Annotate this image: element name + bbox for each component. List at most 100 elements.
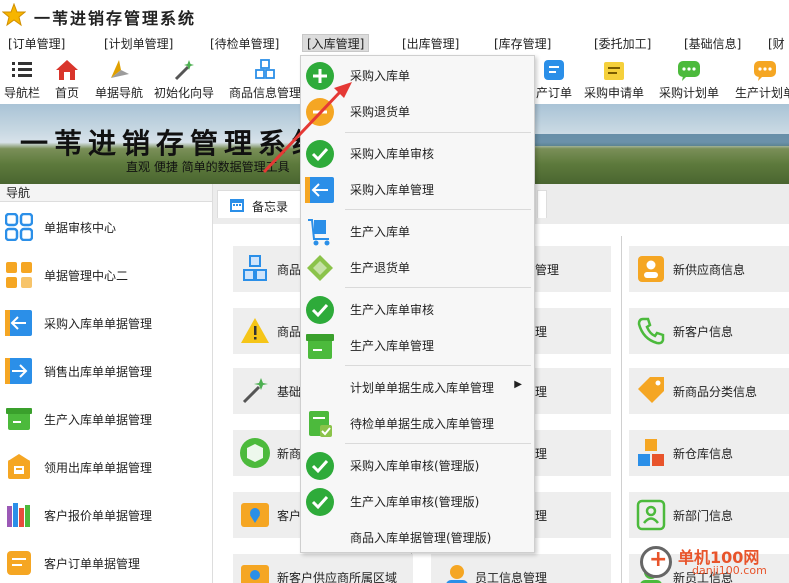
card-label: 基础 [277,385,302,399]
menu-basic-info[interactable]: [基础信息] [680,35,745,53]
check-circle-icon [306,296,334,324]
menu-item-label: 待检单单据生成入库单管理 [350,417,495,431]
menu-item-production-review-admin[interactable]: 生产入库单审核(管理版) [301,483,534,519]
card-label: 理 [535,509,548,523]
toolbar-home-label: 首页 [54,86,79,100]
menu-order[interactable]: [订单管理] [4,35,69,53]
toolbar-home-button[interactable]: 首页 [50,58,84,104]
diamond-icon [307,255,333,281]
box-icon [6,408,32,430]
menu-item-inspection-to-inbound[interactable]: 待检单单据生成入库单管理 [301,405,534,441]
watermark-line2: danji100.com [692,564,767,577]
card-new-category[interactable]: 新商品分类信息 [629,368,789,414]
tab-second[interactable] [537,190,547,218]
order-icon [544,60,564,80]
card-label: 新供应商信息 [673,263,746,277]
app-window: 一苇进销存管理系统 [订单管理] [计划单管理] [待检单管理] [入库管理] … [0,0,789,583]
nav-item-label: 生产入库单单据管理 [44,413,153,427]
toolbar-purchase-plan-label: 采购计划单 [658,86,719,100]
menu-item-production-inbound-manage[interactable]: 生产入库单管理 [301,327,534,363]
nav-item-customer-order[interactable]: 客户订单单据管理 [0,543,212,583]
cubes-icon [638,439,664,466]
menu-item-plan-to-inbound[interactable]: 计划单单据生成入库单管理 ▶ [301,369,534,405]
nav-item-label: 领用出库单单据管理 [44,461,153,475]
card-label: 客户 [277,509,302,523]
toolbar-production-order-button[interactable]: 产订单 [532,58,576,104]
card-new-customer[interactable]: 新客户信息 [629,308,789,354]
person-icon [446,565,468,583]
divider [621,236,622,583]
card-new-supplier[interactable]: 新供应商信息 [629,246,789,292]
menu-item-product-inbound-admin[interactable]: 商品入库单据管理(管理版) [301,519,534,555]
nav-item-purchase-inbound[interactable]: 采购入库单单据管理 [0,303,212,343]
menu-separator [345,443,531,444]
toolbar-nav-button[interactable]: 导航栏 [2,58,42,104]
card-label: 新商 [277,447,302,461]
toolbar-doc-nav-button[interactable]: 单据导航 [92,58,146,104]
nav-item-label: 单据管理中心二 [44,269,129,283]
toolbar-production-plan-label: 生产计划单 [734,86,789,100]
watermark: 单机100网 danji100.com [640,540,789,583]
card-new-department[interactable]: 新部门信息 [629,492,789,538]
nav-item-production-inbound[interactable]: 生产入库单单据管理 [0,399,212,439]
nav-panel: 导航 单据审核中心 单据管理中心二 采购入库单单据管理 销售出库单单据管理 生产… [0,184,213,583]
menu-item-label: 采购入库单审核(管理版) [350,459,480,473]
nav-item-label: 采购入库单单据管理 [44,317,153,331]
menu-item-label: 生产入库单 [350,225,411,239]
app-title: 一苇进销存管理系统 [34,9,197,28]
menu-inspection[interactable]: [待检单管理] [206,35,283,53]
banner-sea [535,134,789,146]
menu-inventory[interactable]: [库存管理] [490,35,555,53]
card-label: 理 [535,325,548,339]
toolbar-purchase-request-button[interactable]: 采购申请单 [582,58,646,104]
cube-icon [240,438,270,468]
card-label: 员工信息管理 [475,571,548,583]
grid-icon [6,262,32,288]
nav-item-review-center[interactable]: 单据审核中心 [0,207,212,247]
nav-item-doc-center-2[interactable]: 单据管理中心二 [0,255,212,295]
order-icon [7,551,31,575]
menu-item-production-return[interactable]: 生产退货单 [301,249,534,285]
menu-item-label: 采购入库单管理 [350,183,435,197]
box-out-icon [8,454,30,479]
toolbar-purchase-plan-button[interactable]: 采购计划单 [656,58,722,104]
card-employee-info[interactable]: 员工信息管理 [431,554,611,583]
card-new-warehouse[interactable]: 新仓库信息 [629,430,789,476]
toolbar-init-wizard-label: 初始化向导 [153,86,214,100]
note-icon [604,62,624,80]
card-customer-region[interactable]: 新客户供应商所属区域 [233,554,413,583]
check-circle-icon [306,452,334,480]
menu-item-label: 生产退货单 [350,261,411,275]
card-label: 理 [535,385,548,399]
nav-item-requisition-outbound[interactable]: 领用出库单单据管理 [0,447,212,487]
cubes-icon [243,255,267,281]
compass-icon [111,60,129,78]
menu-item-purchase-review-admin[interactable]: 采购入库单审核(管理版) [301,447,534,483]
cubes-icon [255,59,275,79]
menu-separator [345,287,531,288]
menu-item-production-inbound-review[interactable]: 生产入库单审核 [301,291,534,327]
menu-plan[interactable]: [计划单管理] [100,35,177,53]
nav-item-sales-outbound[interactable]: 销售出库单单据管理 [0,351,212,391]
nav-item-customer-quote[interactable]: 客户报价单单据管理 [0,495,212,535]
phone-icon [637,317,665,345]
arrow-out-icon [5,358,32,384]
books-icon [7,503,30,527]
menu-item-label: 商品入库单据管理(管理版) [350,531,492,545]
menu-finance[interactable]: [财 [764,35,789,53]
nav-item-label: 销售出库单单据管理 [44,365,153,379]
tab-memo[interactable]: 备忘录 [217,190,301,218]
nav-header: 导航 [0,184,212,202]
map-icon [241,565,269,583]
menu-outsourcing[interactable]: [委托加工] [590,35,655,53]
toolbar-init-wizard-button[interactable]: 初始化向导 [152,58,216,104]
toolbar-production-plan-button[interactable]: 生产计划单 [732,58,789,104]
toolbar-nav-label: 导航栏 [3,86,40,100]
nav-item-label: 客户订单单据管理 [44,557,141,571]
menu-inbound[interactable]: [入库管理] [302,34,370,52]
menu-outbound[interactable]: [出库管理] [398,35,463,53]
menu-item-label: 生产入库单审核 [350,303,435,317]
menu-item-production-inbound[interactable]: 生产入库单 [301,213,534,249]
grid-icon [5,213,33,241]
star-logo-icon [2,3,26,27]
